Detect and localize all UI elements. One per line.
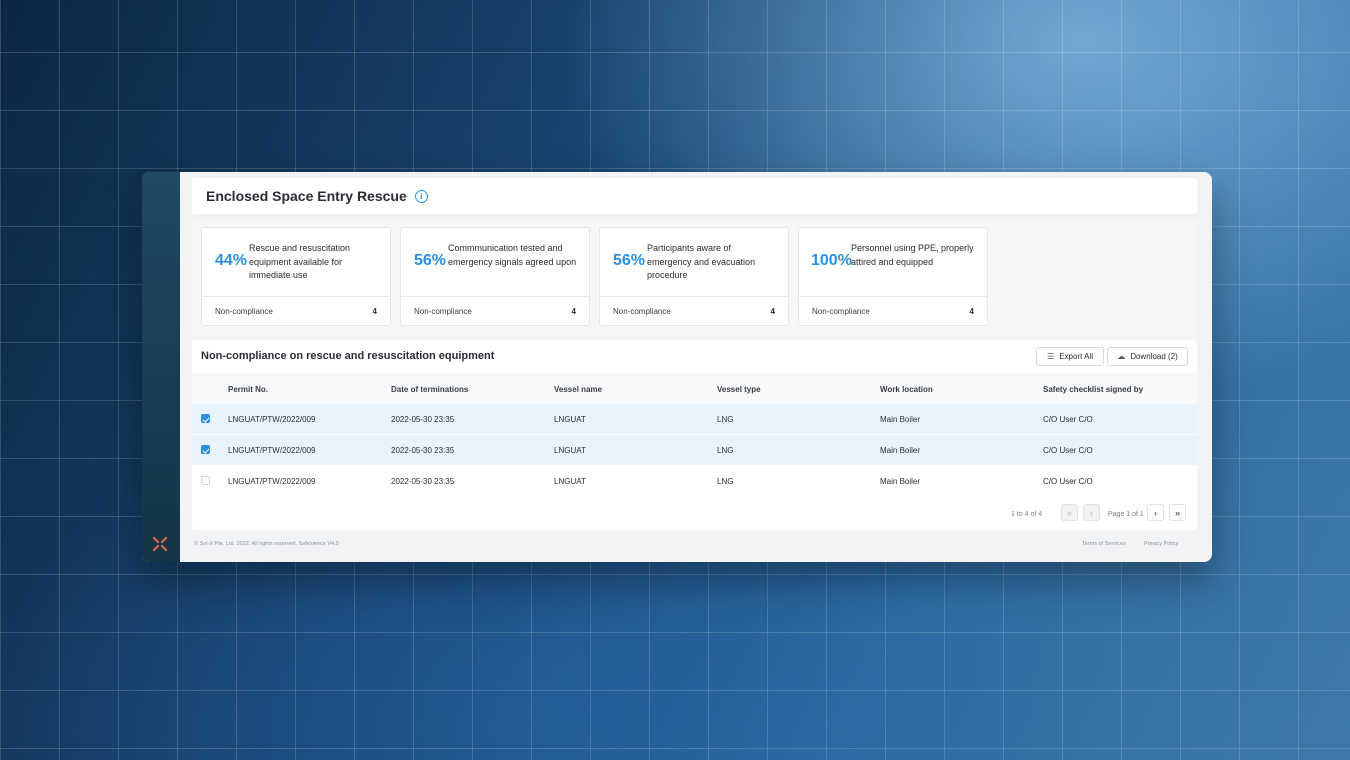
column-header[interactable]: Vessel type — [717, 385, 761, 394]
stat-count: 4 — [571, 307, 576, 316]
date-cell: 2022-05-30 23:35 — [391, 415, 455, 424]
column-header[interactable]: Work location — [880, 385, 933, 394]
download-button[interactable]: ☁ Download (2) — [1107, 347, 1188, 366]
stat-count: 4 — [770, 307, 775, 316]
main-content: Enclosed Space Entry Rescue i 44% Rescue… — [180, 172, 1212, 562]
prev-page-icon: ‹ — [1090, 507, 1093, 518]
stat-footer-label: Non-compliance — [215, 307, 273, 316]
terms-link[interactable]: Terms of Services — [1082, 541, 1126, 547]
info-icon[interactable]: i — [414, 189, 428, 203]
date-cell: 2022-05-30 23:35 — [391, 446, 455, 455]
privacy-link[interactable]: Privacy Policy — [1144, 541, 1178, 547]
cloud-download-icon: ☁ — [1117, 352, 1126, 361]
table-row[interactable]: LNGUAT/PTW/2022/009 2022-05-30 23:35 LNG… — [192, 466, 1197, 496]
stat-footer-label: Non-compliance — [613, 307, 671, 316]
column-header[interactable]: Safety checklist signed by — [1043, 385, 1143, 394]
vessel-type-cell: LNG — [717, 477, 734, 486]
table-header: Permit No. Date of terminations Vessel n… — [192, 373, 1197, 404]
signed-by-cell: C/O User C/O — [1043, 477, 1093, 486]
list-icon: ☰ — [1047, 352, 1055, 361]
noncompliance-table-card: Non-compliance on rescue and resuscitati… — [192, 340, 1197, 530]
signed-by-cell: C/O User C/O — [1043, 446, 1093, 455]
column-header[interactable]: Vessel name — [554, 385, 602, 394]
stat-percent: 56% — [414, 252, 447, 269]
x-logo-icon[interactable] — [152, 536, 168, 552]
stat-description: Rescue and resuscitation equipment avail… — [249, 243, 351, 280]
permit-cell: LNGUAT/PTW/2022/009 — [228, 446, 316, 455]
first-page-button[interactable]: « — [1061, 504, 1078, 521]
stat-percent: 56% — [613, 252, 646, 269]
stat-description: Commmunication tested and emergency sign… — [448, 243, 577, 267]
first-page-icon: « — [1066, 507, 1072, 518]
download-label: Download (2) — [1130, 352, 1178, 361]
stat-description: Personnel using PPE, properly attired an… — [851, 243, 974, 267]
table-row[interactable]: LNGUAT/PTW/2022/009 2022-05-30 23:35 LNG… — [192, 435, 1197, 465]
pagination-range: 1 to 4 of 4 — [1011, 511, 1043, 518]
page-header: Enclosed Space Entry Rescue i — [192, 178, 1197, 214]
table-title: Non-compliance on rescue and resuscitati… — [201, 350, 495, 362]
stat-footer-label: Non-compliance — [812, 307, 870, 316]
vessel-type-cell: LNG — [717, 446, 734, 455]
copyright-text: © Sol-X Pte. Ltd. 2022. All rights reser… — [194, 541, 339, 547]
row-checkbox[interactable] — [201, 476, 210, 485]
page-title: Enclosed Space Entry Rescue — [206, 188, 407, 204]
permit-cell: LNGUAT/PTW/2022/009 — [228, 477, 316, 486]
work-location-cell: Main Boiler — [880, 446, 921, 455]
date-cell: 2022-05-30 23:35 — [391, 477, 455, 486]
stat-card: 100% Personnel using PPE, properly attir… — [798, 227, 988, 326]
vessel-name-cell: LNGUAT — [554, 415, 586, 424]
stat-card: 44% Rescue and resuscitation equipment a… — [201, 227, 391, 326]
work-location-cell: Main Boiler — [880, 415, 921, 424]
app-window: Enclosed Space Entry Rescue i 44% Rescue… — [142, 172, 1212, 562]
prev-page-button[interactable]: ‹ — [1083, 504, 1100, 521]
row-checkbox[interactable] — [201, 414, 210, 423]
column-header[interactable]: Permit No. — [228, 385, 268, 394]
next-page-icon: › — [1154, 507, 1157, 518]
stat-count: 4 — [372, 307, 377, 316]
stat-card: 56% Commmunication tested and emergency … — [400, 227, 590, 326]
last-page-icon: » — [1174, 507, 1180, 518]
pagination-page: Page 1 of 1 — [1108, 511, 1144, 518]
work-location-cell: Main Boiler — [880, 477, 921, 486]
last-page-button[interactable]: » — [1169, 504, 1186, 521]
stat-card: 56% Participants aware of emergency and … — [599, 227, 789, 326]
export-all-button[interactable]: ☰ Export All — [1036, 347, 1104, 366]
signed-by-cell: C/O User C/O — [1043, 415, 1093, 424]
stat-description: Participants aware of emergency and evac… — [647, 243, 756, 280]
permit-cell: LNGUAT/PTW/2022/009 — [228, 415, 316, 424]
row-checkbox[interactable] — [201, 445, 210, 454]
stats-section: 44% Rescue and resuscitation equipment a… — [192, 220, 1197, 336]
vessel-name-cell: LNGUAT — [554, 446, 586, 455]
sidebar — [142, 172, 180, 562]
table-row[interactable]: LNGUAT/PTW/2022/009 2022-05-30 23:35 LNG… — [192, 404, 1197, 434]
vessel-name-cell: LNGUAT — [554, 477, 586, 486]
stat-percent: 44% — [215, 252, 248, 269]
export-all-label: Export All — [1059, 352, 1093, 361]
stat-percent: 100% — [811, 252, 852, 269]
next-page-button[interactable]: › — [1147, 504, 1164, 521]
stat-count: 4 — [969, 307, 974, 316]
vessel-type-cell: LNG — [717, 415, 734, 424]
footer: © Sol-X Pte. Ltd. 2022. All rights reser… — [194, 541, 1212, 547]
column-header[interactable]: Date of terminations — [391, 385, 468, 394]
stat-footer-label: Non-compliance — [414, 307, 472, 316]
